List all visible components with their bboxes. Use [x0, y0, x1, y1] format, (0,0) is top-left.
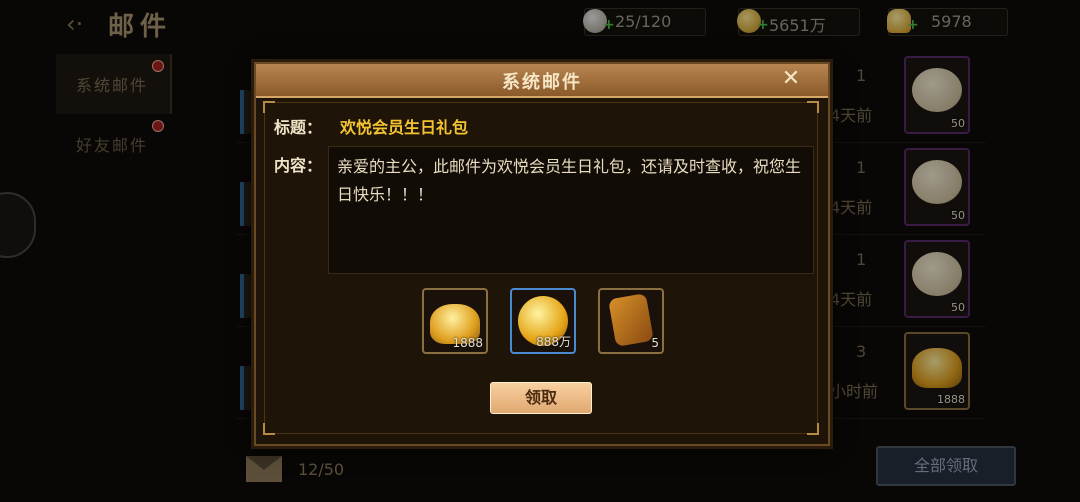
mail-detail-modal: 系统邮件 ✕ 标题： 欢悦会员生日礼包 内容： 亲爱的主公，此邮件为欢悦会员生日… — [254, 62, 830, 446]
token-icon — [608, 293, 654, 347]
close-icon[interactable]: ✕ — [778, 66, 804, 92]
mail-subject: 欢悦会员生日礼包 — [340, 118, 469, 137]
corner-ornament — [263, 101, 275, 113]
corner-ornament — [807, 101, 819, 113]
subject-label: 标题： — [274, 118, 323, 137]
item-qty: 888万 — [536, 335, 571, 349]
corner-ornament — [263, 423, 275, 435]
reward-item-gold-coin[interactable]: 888万 — [510, 288, 576, 354]
reward-item-token[interactable]: 5 — [598, 288, 664, 354]
mail-content-box: 亲爱的主公，此邮件为欢悦会员生日礼包，还请及时查收，祝您生日快乐！！！ — [328, 146, 814, 274]
modal-title: 系统邮件 — [502, 72, 582, 93]
item-qty: 1888 — [452, 336, 483, 350]
corner-ornament — [807, 423, 819, 435]
item-qty: 5 — [651, 336, 659, 350]
claim-button[interactable]: 领取 — [490, 382, 592, 414]
reward-item-gold-ingot[interactable]: 1888 — [422, 288, 488, 354]
mail-content: 亲爱的主公，此邮件为欢悦会员生日礼包，还请及时查收，祝您生日快乐！！！ — [337, 157, 802, 204]
content-label: 内容： — [274, 156, 323, 175]
